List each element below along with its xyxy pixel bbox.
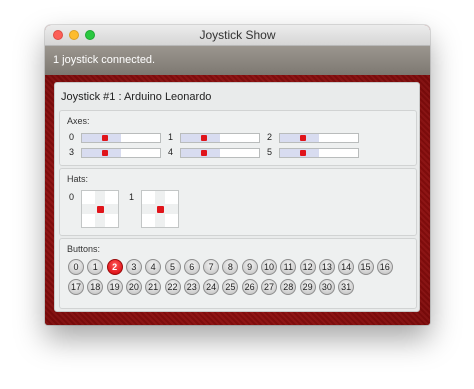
axis-bar bbox=[279, 148, 359, 158]
joystick-button-17: 17 bbox=[68, 279, 84, 295]
joystick-button-11: 11 bbox=[280, 259, 297, 275]
joystick-button-14: 14 bbox=[338, 259, 355, 275]
joystick-button-24: 24 bbox=[203, 279, 220, 295]
axis-position-marker bbox=[102, 150, 108, 156]
joystick-button-25: 25 bbox=[222, 279, 239, 295]
joystick-button-15: 15 bbox=[357, 259, 374, 275]
buttons-section: Buttons: 0 1 2 3 4 5 6 7 8 9 10 11 12 13 14 15 16 17 18 19 2… bbox=[59, 238, 417, 309]
joystick-button-4: 4 bbox=[145, 259, 162, 275]
joystick-button-18: 18 bbox=[87, 279, 104, 295]
close-window-button[interactable] bbox=[53, 30, 63, 40]
joystick-button-19: 19 bbox=[106, 279, 123, 295]
joystick-button-10: 10 bbox=[261, 259, 277, 275]
axis-index: 5 bbox=[267, 147, 273, 157]
axis-bar bbox=[81, 133, 161, 143]
app-window: Joystick Show 1 joystick connected. Joys… bbox=[45, 25, 430, 325]
status-text: 1 joystick connected. bbox=[53, 54, 156, 66]
joystick-button-28: 28 bbox=[280, 279, 297, 295]
joystick-button-22: 22 bbox=[164, 279, 181, 295]
joystick-button-27: 27 bbox=[261, 279, 277, 295]
hat-indicator bbox=[141, 190, 179, 228]
hat-indicator bbox=[81, 190, 119, 228]
axes-section: Axes: 0 1 2 3 4 5 bbox=[59, 110, 417, 166]
hats-section: Hats: 0 1 bbox=[59, 168, 417, 236]
axes-label: Axes: bbox=[67, 116, 90, 126]
joystick-button-8: 8 bbox=[222, 259, 239, 275]
hat-index: 0 bbox=[69, 192, 75, 202]
joystick-button-16: 16 bbox=[376, 259, 393, 275]
joystick-button-31: 31 bbox=[338, 279, 355, 295]
hat-position-marker bbox=[97, 206, 104, 213]
axis-index: 0 bbox=[69, 132, 75, 142]
axis-index: 2 bbox=[267, 132, 273, 142]
joystick-button-23: 23 bbox=[183, 279, 200, 295]
hat-index: 1 bbox=[129, 192, 135, 202]
buttons-label: Buttons: bbox=[67, 244, 101, 254]
joystick-button-20: 20 bbox=[125, 279, 142, 295]
zoom-window-button[interactable] bbox=[85, 30, 95, 40]
joystick-title: Joystick #1 : Arduino Leonardo bbox=[61, 91, 212, 103]
axis-position-marker bbox=[300, 150, 306, 156]
axis-position-marker bbox=[102, 135, 108, 141]
axis-index: 3 bbox=[69, 147, 75, 157]
hat-position-marker bbox=[157, 206, 164, 213]
axis-bar bbox=[180, 133, 260, 143]
joystick-button-2: 2 bbox=[106, 259, 123, 275]
joystick-button-21: 21 bbox=[145, 279, 162, 295]
hats-label: Hats: bbox=[67, 174, 89, 184]
joystick-button-3: 3 bbox=[125, 259, 142, 275]
joystick-button-29: 29 bbox=[299, 279, 316, 295]
status-bar: 1 joystick connected. bbox=[45, 46, 430, 75]
joystick-button-6: 6 bbox=[183, 259, 200, 275]
joystick-button-30: 30 bbox=[318, 279, 335, 295]
joystick-panel: Joystick #1 : Arduino Leonardo Axes: 012… bbox=[54, 82, 420, 312]
window-title: Joystick Show bbox=[199, 28, 276, 42]
axis-bar bbox=[81, 148, 161, 158]
joystick-button-13: 13 bbox=[318, 259, 335, 275]
title-bar[interactable]: Joystick Show bbox=[45, 25, 430, 46]
joystick-button-9: 9 bbox=[241, 259, 258, 275]
axis-position-marker bbox=[201, 150, 207, 156]
axis-index: 1 bbox=[168, 132, 174, 142]
axis-bar bbox=[279, 133, 359, 143]
joystick-button-0: 0 bbox=[68, 259, 84, 275]
joystick-button-1: 1 bbox=[87, 259, 104, 275]
axis-bar bbox=[180, 148, 260, 158]
axis-position-marker bbox=[300, 135, 306, 141]
minimize-window-button[interactable] bbox=[69, 30, 79, 40]
axis-index: 4 bbox=[168, 147, 174, 157]
joystick-button-7: 7 bbox=[203, 259, 220, 275]
joystick-button-12: 12 bbox=[299, 259, 316, 275]
axis-position-marker bbox=[201, 135, 207, 141]
joystick-button-5: 5 bbox=[164, 259, 181, 275]
joystick-button-26: 26 bbox=[241, 279, 258, 295]
